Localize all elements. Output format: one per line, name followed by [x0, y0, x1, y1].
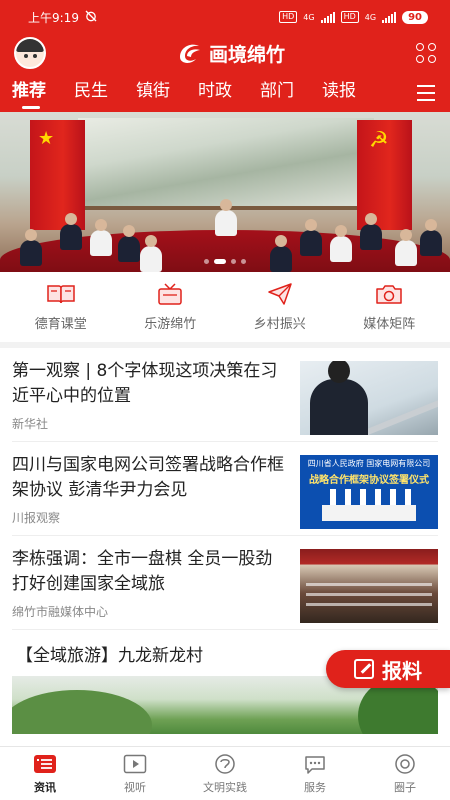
nav-civilization[interactable]: 文明实践: [185, 753, 265, 795]
thumbnail-banner-text: 战略合作框架协议签署仪式: [309, 475, 429, 486]
edit-icon: [354, 659, 374, 679]
news-source: 新华社: [12, 417, 49, 431]
channel-tabs: 推荐 民生 镇街 时政 部门 读报: [0, 72, 450, 112]
shortcut-tour[interactable]: 乐游绵竹: [116, 282, 226, 332]
camera-icon: [374, 282, 404, 306]
news-item[interactable]: 第一观察 | 8个字体现这项决策在习近平心中的位置 新华社: [12, 348, 438, 442]
news-item[interactable]: 李栋强调：全市一盘棋 全员一股劲 打好创建国家全域旅 绵竹市融媒体中心: [12, 536, 438, 630]
news-title: 李栋强调：全市一盘棋 全员一股劲 打好创建国家全域旅: [12, 549, 273, 594]
carousel-dots: [204, 259, 246, 264]
banner-mural: [78, 118, 374, 210]
signal-icon: [320, 11, 335, 23]
news-icon: [33, 753, 57, 775]
app-title: 画境绵竹: [208, 43, 285, 66]
nav-service[interactable]: 服务: [275, 753, 355, 795]
nav-circle[interactable]: 圈子: [365, 753, 445, 795]
national-flag: ★: [30, 120, 85, 230]
tab-departments[interactable]: 部门: [260, 72, 322, 112]
signal-icon-2: [382, 11, 397, 23]
banner-carousel[interactable]: ★ ☭: [0, 112, 450, 272]
news-item[interactable]: 四川与国家电网公司签署战略合作框架协议 彭清华尹力会见 川报观察 四川省人民政府…: [12, 442, 438, 536]
shortcut-media[interactable]: 媒体矩阵: [335, 282, 445, 332]
tab-newspaper[interactable]: 读报: [322, 72, 384, 112]
hd-badge-2: HD: [340, 11, 359, 23]
attendee: [215, 199, 237, 236]
apps-grid-icon[interactable]: [415, 43, 436, 63]
app-header: 画境绵竹: [0, 34, 450, 72]
shortcut-label: 媒体矩阵: [363, 317, 416, 332]
news-thumbnail: [300, 549, 438, 623]
menu-icon[interactable]: [417, 85, 435, 106]
battery-indicator: 90: [402, 10, 428, 24]
news-thumbnail: [300, 361, 438, 435]
status-bar: 上午9:19 HD 4G HD 4G 90: [0, 0, 450, 34]
status-time: 上午9:19: [28, 10, 79, 25]
nav-label: 视听: [124, 780, 146, 794]
tv-icon: [155, 282, 185, 306]
tab-recommend[interactable]: 推荐: [12, 72, 74, 112]
shortcut-moral-class[interactable]: 德育课堂: [6, 282, 116, 332]
nav-label: 文明实践: [203, 780, 247, 794]
network-type: 4G: [303, 12, 315, 22]
chat-icon: [303, 753, 327, 775]
shortcut-label: 乡村振兴: [253, 317, 306, 332]
open-book-icon: [46, 282, 76, 306]
shortcut-label: 德育课堂: [34, 317, 87, 332]
alarm-off-icon: [85, 10, 97, 25]
thumbnail-header-text: 四川省人民政府 国家电网有限公司: [307, 459, 431, 468]
report-label: 报料: [382, 658, 422, 683]
circle-icon: [393, 753, 417, 775]
user-avatar[interactable]: [14, 37, 46, 69]
shortcut-rural[interactable]: 乡村振兴: [225, 282, 335, 332]
play-icon: [123, 753, 147, 775]
news-thumbnail: 四川省人民政府 国家电网有限公司 战略合作框架协议签署仪式: [300, 455, 438, 529]
news-title: 四川与国家电网公司签署战略合作框架协议 彭清华尹力会见: [12, 455, 284, 500]
news-source: 绵竹市融媒体中心: [12, 605, 109, 619]
shortcut-row: 德育课堂 乐游绵竹 乡村振兴 媒体矩阵: [0, 272, 450, 342]
network-type-2: 4G: [364, 12, 377, 22]
hd-badge: HD: [279, 11, 298, 23]
nav-label: 资讯: [34, 780, 56, 794]
nav-news[interactable]: 资讯: [5, 753, 85, 795]
nav-label: 服务: [304, 780, 326, 794]
bottom-nav: 资讯 视听 文明实践 服务 圈子: [0, 746, 450, 800]
party-flag: ☭: [357, 120, 412, 230]
report-button[interactable]: 报料: [326, 650, 450, 688]
shortcut-label: 乐游绵竹: [144, 317, 197, 332]
nav-label: 圈子: [394, 780, 416, 794]
tab-livelihood[interactable]: 民生: [74, 72, 136, 112]
nav-video[interactable]: 视听: [95, 753, 175, 795]
app-logo: 画境绵竹: [177, 40, 285, 67]
tab-towns[interactable]: 镇街: [136, 72, 198, 112]
paper-plane-icon: [265, 282, 295, 306]
civilization-icon: [213, 753, 237, 775]
tab-politics[interactable]: 时政: [198, 72, 260, 112]
news-source: 川报观察: [12, 511, 61, 525]
brand-logo-icon: [179, 44, 200, 63]
news-title: 第一观察 | 8个字体现这项决策在习近平心中的位置: [12, 361, 278, 406]
